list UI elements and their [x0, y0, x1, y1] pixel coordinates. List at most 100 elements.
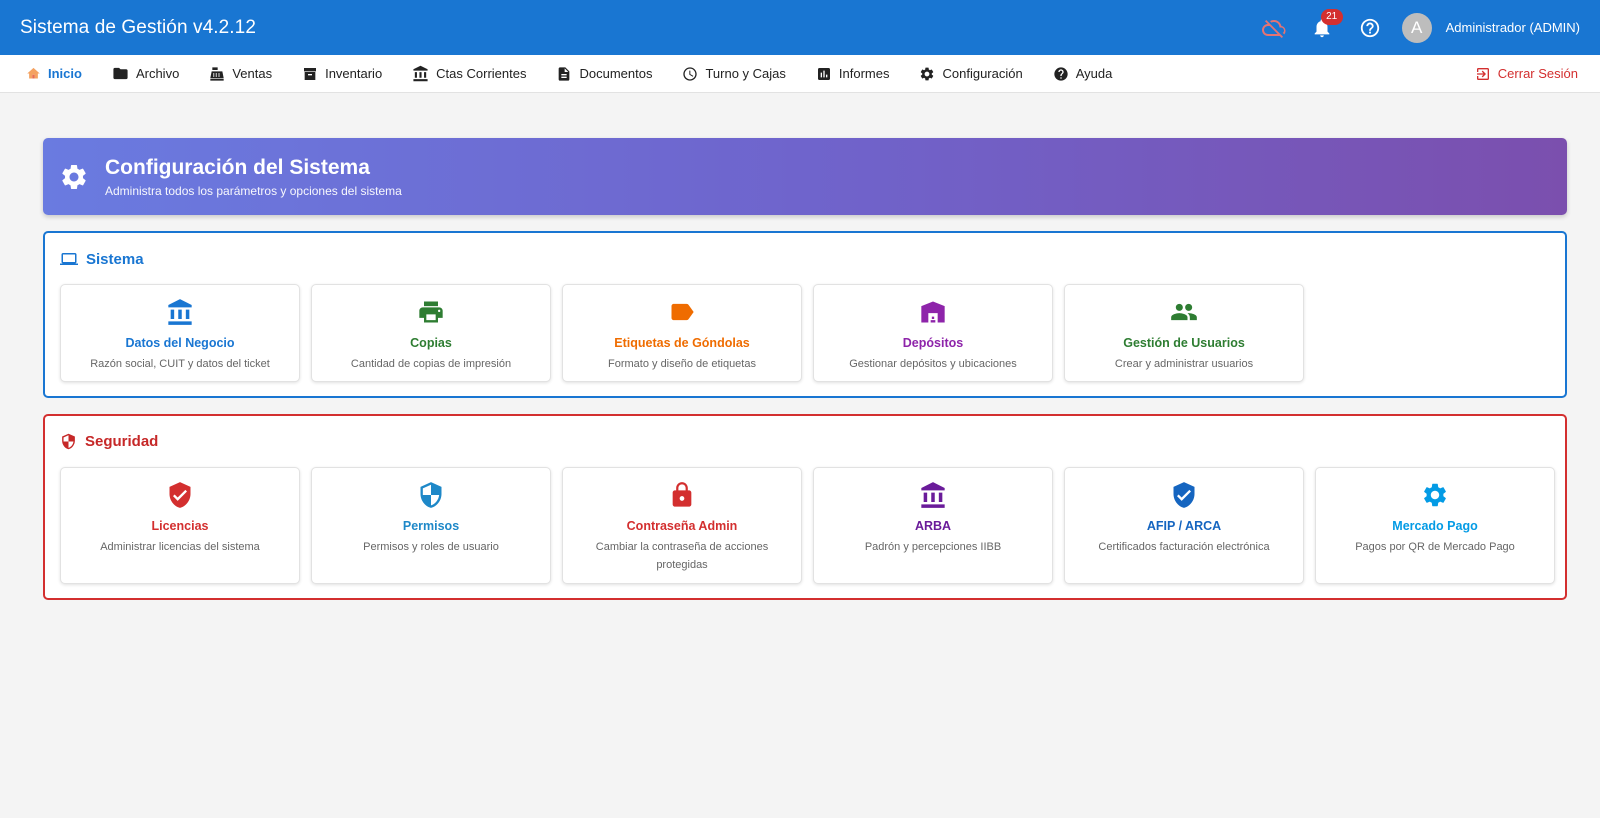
page-title: Configuración del Sistema [105, 155, 370, 179]
card-copias[interactable]: Copias Cantidad de copias de impresión [311, 284, 551, 382]
archive-box-icon [304, 67, 317, 80]
card-description: Crear y administrar usuarios [1114, 358, 1254, 370]
menu-label: Inicio [48, 66, 82, 81]
cash-register-icon [210, 66, 224, 81]
card-description: Gestionar depósitos y ubicaciones [849, 358, 1017, 370]
menu-label: Inventario [325, 66, 383, 81]
clock-icon [683, 66, 698, 81]
menu-label: Turno y Cajas [705, 66, 786, 81]
logout-label: Cerrar Sesión [1497, 66, 1578, 81]
menu-item-documentos[interactable]: Documentos [556, 66, 652, 82]
avatar[interactable]: A [1401, 12, 1432, 43]
lock-icon [672, 482, 692, 507]
menu-label: Configuración [942, 66, 1023, 81]
page-header-banner: Configuración del Sistema Administra tod… [43, 138, 1567, 215]
card-description: Padrón y percepciones IIBB [864, 541, 1002, 553]
gear-icon [921, 67, 934, 80]
folder-icon [113, 67, 128, 80]
card-title: Etiquetas de Góndolas [614, 336, 750, 350]
menu-item-ctas-corrientes[interactable]: Ctas Corrientes [412, 65, 526, 82]
card-title: Licencias [151, 519, 209, 533]
shield-check-icon [169, 482, 191, 508]
card-description: Permisos y roles de usuario [363, 541, 499, 553]
bank-icon [168, 299, 192, 325]
gear-icon [62, 164, 86, 189]
card-afip-arca[interactable]: AFIP / ARCA Certificados facturación ele… [1064, 467, 1304, 584]
card-title: Copias [410, 336, 452, 350]
app-bar: Sistema de Gestión v4.2.12 21 A Administ… [0, 0, 1600, 55]
menu-label: Ventas [232, 66, 273, 81]
card-arba[interactable]: ARBA Padrón y percepciones IIBB [813, 467, 1053, 584]
page-subtitle: Administra todos los parámetros y opcion… [105, 183, 402, 198]
menu-item-inicio[interactable]: Inicio [26, 66, 82, 81]
menu-item-ayuda[interactable]: Ayuda [1053, 66, 1113, 82]
label-icon [671, 303, 694, 321]
gear-icon [1424, 483, 1446, 507]
menu-item-archivo[interactable]: Archivo [112, 65, 179, 82]
app-bar-actions: 21 A Administrador (ADMIN) [1242, 8, 1580, 44]
menu-label: Documentos [579, 66, 653, 81]
bank-icon [413, 65, 428, 82]
section-title-sistema: Sistema [60, 250, 144, 268]
main-menu: Inicio Archivo Ventas Inventario Ctas Co… [0, 55, 1600, 93]
help-circle-icon[interactable] [1354, 12, 1386, 44]
card-description: Certificados facturación electrónica [1098, 541, 1270, 553]
home-icon [27, 67, 40, 79]
menu-item-informes[interactable]: Informes [816, 66, 890, 82]
menu-label: Ctas Corrientes [436, 66, 527, 81]
menu-item-inventario[interactable]: Inventario [302, 66, 382, 82]
card-permisos[interactable]: Permisos Permisos y roles de usuario [311, 467, 551, 584]
card-title: AFIP / ARCA [1146, 519, 1222, 533]
card-mercado-pago[interactable]: Mercado Pago Pagos por QR de Mercado Pag… [1315, 467, 1555, 584]
bank-icon [921, 482, 945, 508]
card-description: Cantidad de copias de impresión [350, 358, 512, 370]
menu-item-ventas[interactable]: Ventas [209, 66, 272, 82]
notifications-button[interactable]: 21 [1306, 8, 1343, 44]
card-title: Permisos [402, 519, 460, 533]
card-description: Pagos por QR de Mercado Pago [1355, 541, 1515, 553]
seguridad-cards: Licencias Administrar licencias del sist… [60, 467, 1566, 584]
user-name[interactable]: Administrador (ADMIN) [1446, 20, 1580, 35]
section-sistema: Sistema Datos del Negocio Razón social, … [43, 231, 1567, 398]
card-description: Cambiar la contraseña de acciones proteg… [595, 541, 769, 571]
sistema-cards: Datos del Negocio Razón social, CUIT y d… [60, 284, 1315, 382]
shield-icon [62, 433, 75, 450]
card-depositos[interactable]: Depósitos Gestionar depósitos y ubicacio… [813, 284, 1053, 382]
card-title: Gestión de Usuarios [1123, 336, 1245, 350]
printer-icon [419, 301, 443, 323]
menu-item-turno-y-cajas[interactable]: Turno y Cajas [682, 66, 786, 82]
card-gestion-de-usuarios[interactable]: Gestión de Usuarios Crear y administrar … [1064, 284, 1304, 382]
card-title: Mercado Pago [1392, 519, 1478, 533]
shield-check-icon [1173, 482, 1195, 508]
users-icon [1171, 303, 1197, 321]
card-contrasena-admin[interactable]: Contraseña Admin Cambiar la contraseña d… [562, 467, 802, 584]
card-description: Administrar licencias del sistema [100, 541, 260, 553]
menu-label: Ayuda [1075, 66, 1113, 81]
logout-icon [1476, 67, 1489, 80]
menu-label: Archivo [135, 66, 180, 81]
card-title: ARBA [914, 519, 952, 533]
banner-text: Configuración del Sistema Administra tod… [105, 156, 402, 198]
section-seguridad: Seguridad Licencias Administrar licencia… [43, 414, 1567, 600]
card-licencias[interactable]: Licencias Administrar licencias del sist… [60, 467, 300, 584]
warehouse-icon [921, 301, 945, 323]
card-title: Depósitos [902, 336, 964, 350]
card-datos-del-negocio[interactable]: Datos del Negocio Razón social, CUIT y d… [60, 284, 300, 382]
document-icon [559, 66, 570, 81]
shield-icon [420, 482, 442, 508]
menu-item-configuracion[interactable]: Configuración [919, 66, 1023, 82]
card-title: Contraseña Admin [626, 519, 738, 533]
app-title: Sistema de Gestión v4.2.12 [20, 16, 257, 38]
help-icon [1054, 66, 1068, 81]
logout-button[interactable]: Cerrar Sesión [1475, 66, 1578, 82]
laptop-icon [60, 253, 78, 265]
card-etiquetas-de-gondolas[interactable]: Etiquetas de Góndolas Formato y diseño d… [562, 284, 802, 382]
bar-chart-icon [817, 67, 830, 80]
section-title-seguridad: Seguridad [60, 433, 158, 450]
cloud-offline-icon[interactable] [1258, 12, 1290, 44]
menu-label: Informes [838, 66, 890, 81]
card-description: Formato y diseño de etiquetas [608, 358, 756, 370]
section-label: Sistema [86, 250, 144, 268]
card-description: Razón social, CUIT y datos del ticket [90, 358, 270, 370]
section-label: Seguridad [85, 433, 159, 450]
